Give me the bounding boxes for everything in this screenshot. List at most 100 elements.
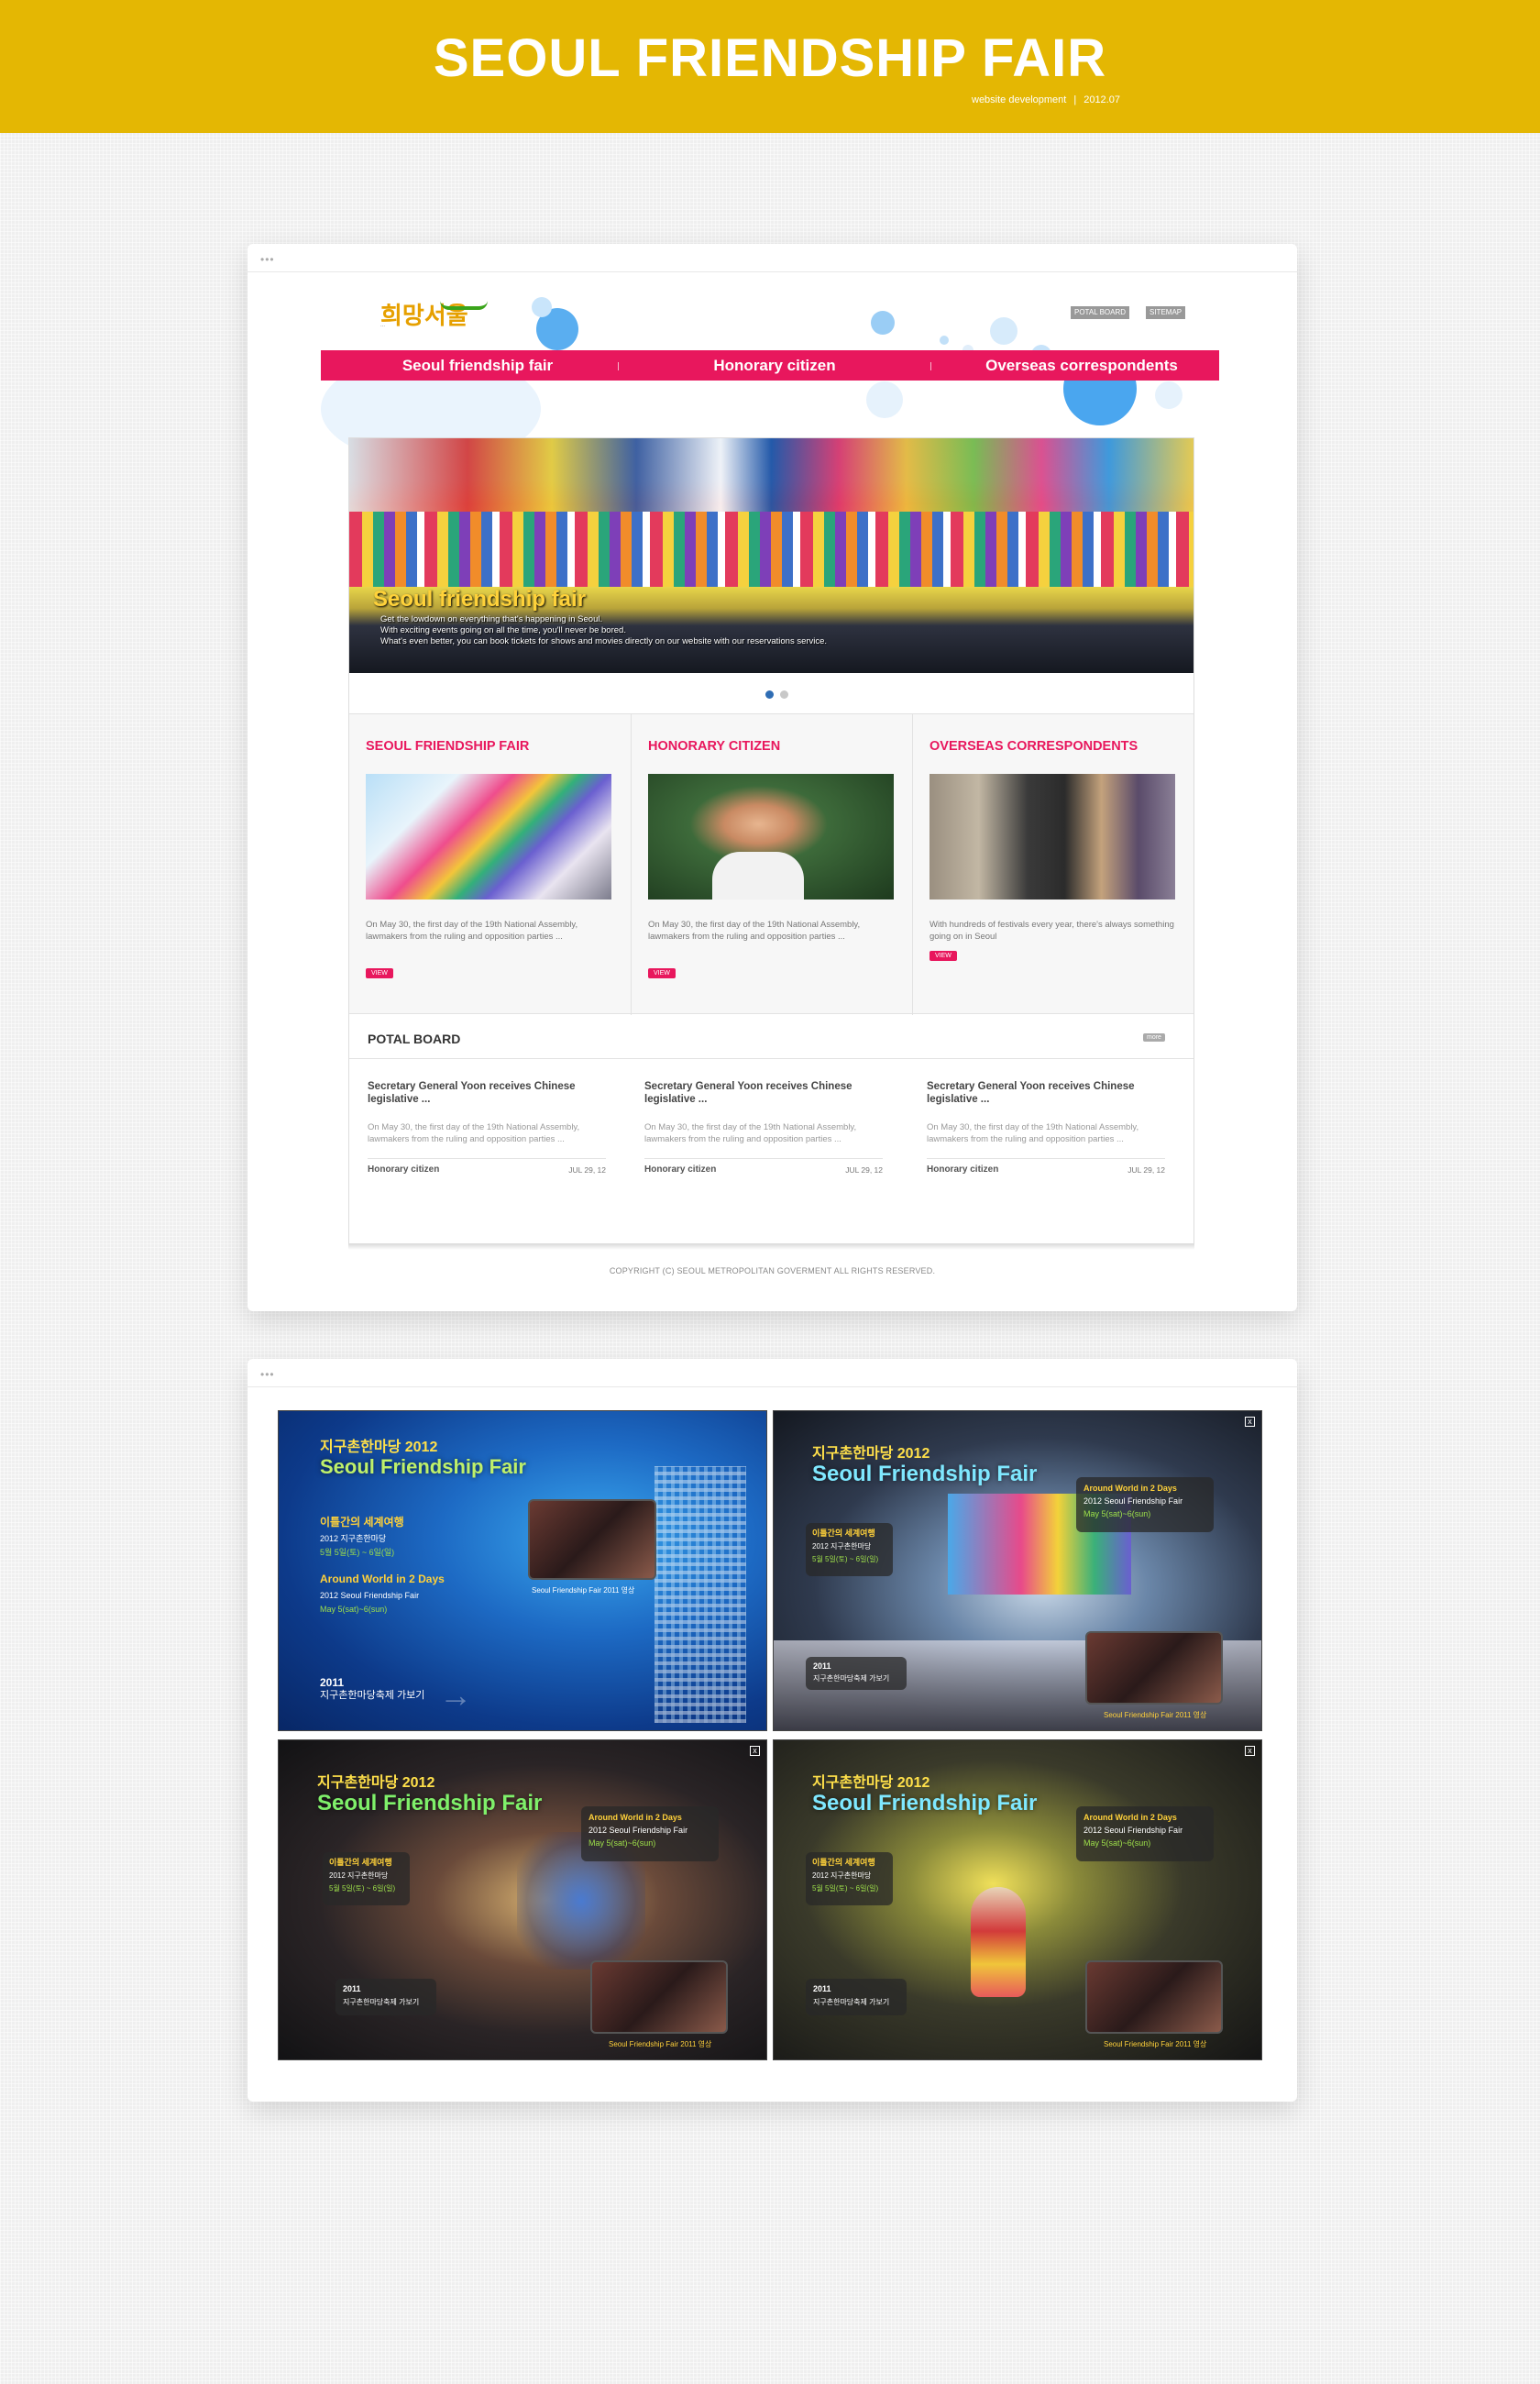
bubble-decoration [532,297,552,317]
promo-panel-performer[interactable]: x 지구촌한마당 2012 Seoul Friendship Fair Arou… [278,1739,767,2060]
panel-year: 2011 [343,1984,361,1993]
post-footer: Honorary citizen JUL 29, 12 [927,1158,1165,1176]
logo-swoosh-icon [440,301,488,310]
arrow-right-icon[interactable]: → [439,1679,472,1712]
main-nav: Seoul friendship fair Honorary citizen O… [321,350,1219,381]
hero-description: Get the lowdown on everything that's hap… [380,614,949,647]
info-box: 이틀간의 세계여행 2012 지구촌한마당 5월 5일(토) ~ 6일(일) [806,1852,893,1905]
panel-en-date: May 5(sat)~6(sun) [588,1838,656,1848]
carousel-dot[interactable] [780,690,788,699]
post-footer: Honorary citizen JUL 29, 12 [368,1158,606,1176]
post-title[interactable]: Secretary General Yoon receives Chinese … [644,1080,883,1106]
board-divider [349,1058,1194,1059]
panel-kr-title: 지구촌한마당 2012 [317,1775,435,1791]
board-post[interactable]: Secretary General Yoon receives Chinese … [644,1080,883,1176]
panel-kr-trip: 이틀간의 세계여행 [812,1858,875,1867]
panel-around: Around World in 2 Days [1084,1813,1177,1822]
dancer-image [971,1887,1026,1997]
potal-board-button[interactable]: POTAL BOARD [1071,306,1130,319]
post-category[interactable]: Honorary citizen [644,1164,716,1175]
video-label[interactable]: Seoul Friendship Fair 2011 영상 [1104,1710,1206,1720]
panel-around: Around World in 2 Days [320,1573,445,1585]
panel-year: 2011 [320,1676,345,1689]
panel-kr-date: 5월 5일(토) ~ 6일(일) [812,1884,879,1893]
info-box[interactable]: 2011 지구촌한마당축제 가보기 [806,1979,907,2015]
board-title: POTAL BOARD [368,1032,461,1046]
hero-banner[interactable]: Seoul friendship fair Get the lowdown on… [349,438,1194,673]
panel-en-date: May 5(sat)~6(sun) [1084,1509,1151,1518]
panel-en-event: 2012 Seoul Friendship Fair [320,1591,420,1600]
feature-image[interactable] [648,774,894,900]
panel-kr-event: 2012 지구촌한마당 [812,1871,872,1880]
frame-divider [248,271,1297,272]
more-button[interactable]: more [1143,1033,1165,1042]
panel-around: Around World in 2 Days [588,1813,682,1822]
nav-seoul-friendship-fair[interactable]: Seoul friendship fair [321,350,634,381]
nav-overseas-correspondents[interactable]: Overseas correspondents [944,350,1219,381]
info-box: 이틀간의 세계여행 2012 지구촌한마당 5월 5일(토) ~ 6일(일) [323,1852,410,1905]
video-label[interactable]: Seoul Friendship Fair 2011 영상 [609,2039,711,2049]
pixel-particles [654,1466,746,1723]
video-thumbnail[interactable] [1085,1631,1223,1705]
video-label[interactable]: Seoul Friendship Fair 2011 영상 [532,1585,634,1595]
panel-year: 2011 [813,1984,831,1993]
info-box: 이틀간의 세계여행 2012 지구촌한마당 5월 5일(토) ~ 6일(일) [806,1523,893,1576]
panel-en-event: 2012 Seoul Friendship Fair [1084,1496,1183,1506]
video-label[interactable]: Seoul Friendship Fair 2011 영상 [1104,2039,1206,2049]
content-shadow [348,1244,1194,1250]
panel-en-date: May 5(sat)~6(sun) [1084,1838,1151,1848]
panel-kr-date: 5월 5일(토) ~ 6일(일) [329,1884,396,1893]
panel-goto[interactable]: 지구촌한마당축제 가보기 [320,1690,424,1702]
panel-kr-event: 2012 지구촌한마당 [812,1542,872,1551]
view-button[interactable]: VIEW [648,968,676,978]
close-icon[interactable]: x [750,1746,760,1756]
panel-kr-date: 5월 5일(토) ~ 6일(일) [320,1548,395,1557]
promo-panel-blue[interactable]: 지구촌한마당 2012 Seoul Friendship Fair 이틀간의 세… [278,1410,767,1731]
feature-text: With hundreds of festivals every year, t… [930,920,1174,942]
panel-kr-title: 지구촌한마당 2012 [812,1775,930,1791]
promo-panel-stage[interactable]: x 지구촌한마당 2012 Seoul Friendship Fair Arou… [773,1410,1262,1731]
panel-en-title: Seoul Friendship Fair [320,1455,526,1478]
close-icon[interactable]: x [1245,1417,1255,1427]
sitemap-button[interactable]: SITEMAP [1146,306,1186,319]
browser-frame-promo: ••• 지구촌한마당 2012 Seoul Friendship Fair 이틀… [248,1359,1297,2102]
panel-kr-date: 5월 5일(토) ~ 6일(일) [812,1555,879,1563]
video-thumbnail[interactable] [1085,1960,1223,2034]
board-post[interactable]: Secretary General Yoon receives Chinese … [927,1080,1165,1176]
panel-kr-event: 2012 지구촌한마당 [320,1534,387,1543]
panel-kr-trip: 이틀간의 세계여행 [320,1516,404,1529]
close-icon[interactable]: x [1245,1746,1255,1756]
view-button[interactable]: VIEW [366,968,393,978]
info-box[interactable]: 2011 지구촌한마당축제 가보기 [336,1979,436,2015]
panel-en-date: May 5(sat)~6(sun) [320,1605,388,1614]
subtitle-project: website development [972,94,1067,105]
feature-image[interactable] [930,774,1175,900]
page-subtitle: website development | 2012.07 [972,94,1120,105]
info-box[interactable]: 2011 지구촌한마당축제 가보기 [806,1657,907,1690]
panel-en-title: Seoul Friendship Fair [812,1791,1038,1816]
panel-en-event: 2012 Seoul Friendship Fair [1084,1826,1183,1835]
post-title[interactable]: Secretary General Yoon receives Chinese … [368,1080,606,1106]
promo-panel-dancer[interactable]: x 지구촌한마당 2012 Seoul Friendship Fair Arou… [773,1739,1262,2060]
nav-honorary-citizen[interactable]: Honorary citizen [618,350,931,381]
post-date: JUL 29, 12 [845,1165,883,1175]
video-thumbnail[interactable] [528,1499,656,1580]
post-category[interactable]: Honorary citizen [368,1164,439,1175]
bubble-decoration [871,311,895,335]
feature-text: On May 30, the first day of the 19th Nat… [366,920,578,942]
hero-title: Seoul friendship fair [373,587,587,612]
board-post[interactable]: Secretary General Yoon receives Chinese … [368,1080,606,1176]
hero-performers-image [349,512,1194,587]
panel-goto: 지구촌한마당축제 가보기 [813,1998,890,2006]
bubble-decoration [940,336,949,345]
video-thumbnail[interactable] [590,1960,728,2034]
bubble-decoration [990,317,1018,345]
hero-line: What's even better, you can book tickets… [380,636,828,646]
post-text: On May 30, the first day of the 19th Nat… [644,1122,857,1144]
post-title[interactable]: Secretary General Yoon receives Chinese … [927,1080,1165,1106]
post-category[interactable]: Honorary citizen [927,1164,998,1175]
carousel-dot-active[interactable] [765,690,774,699]
panel-kr-title: 지구촌한마당 2012 [812,1446,930,1462]
feature-image[interactable] [366,774,611,900]
view-button[interactable]: VIEW [930,951,957,961]
